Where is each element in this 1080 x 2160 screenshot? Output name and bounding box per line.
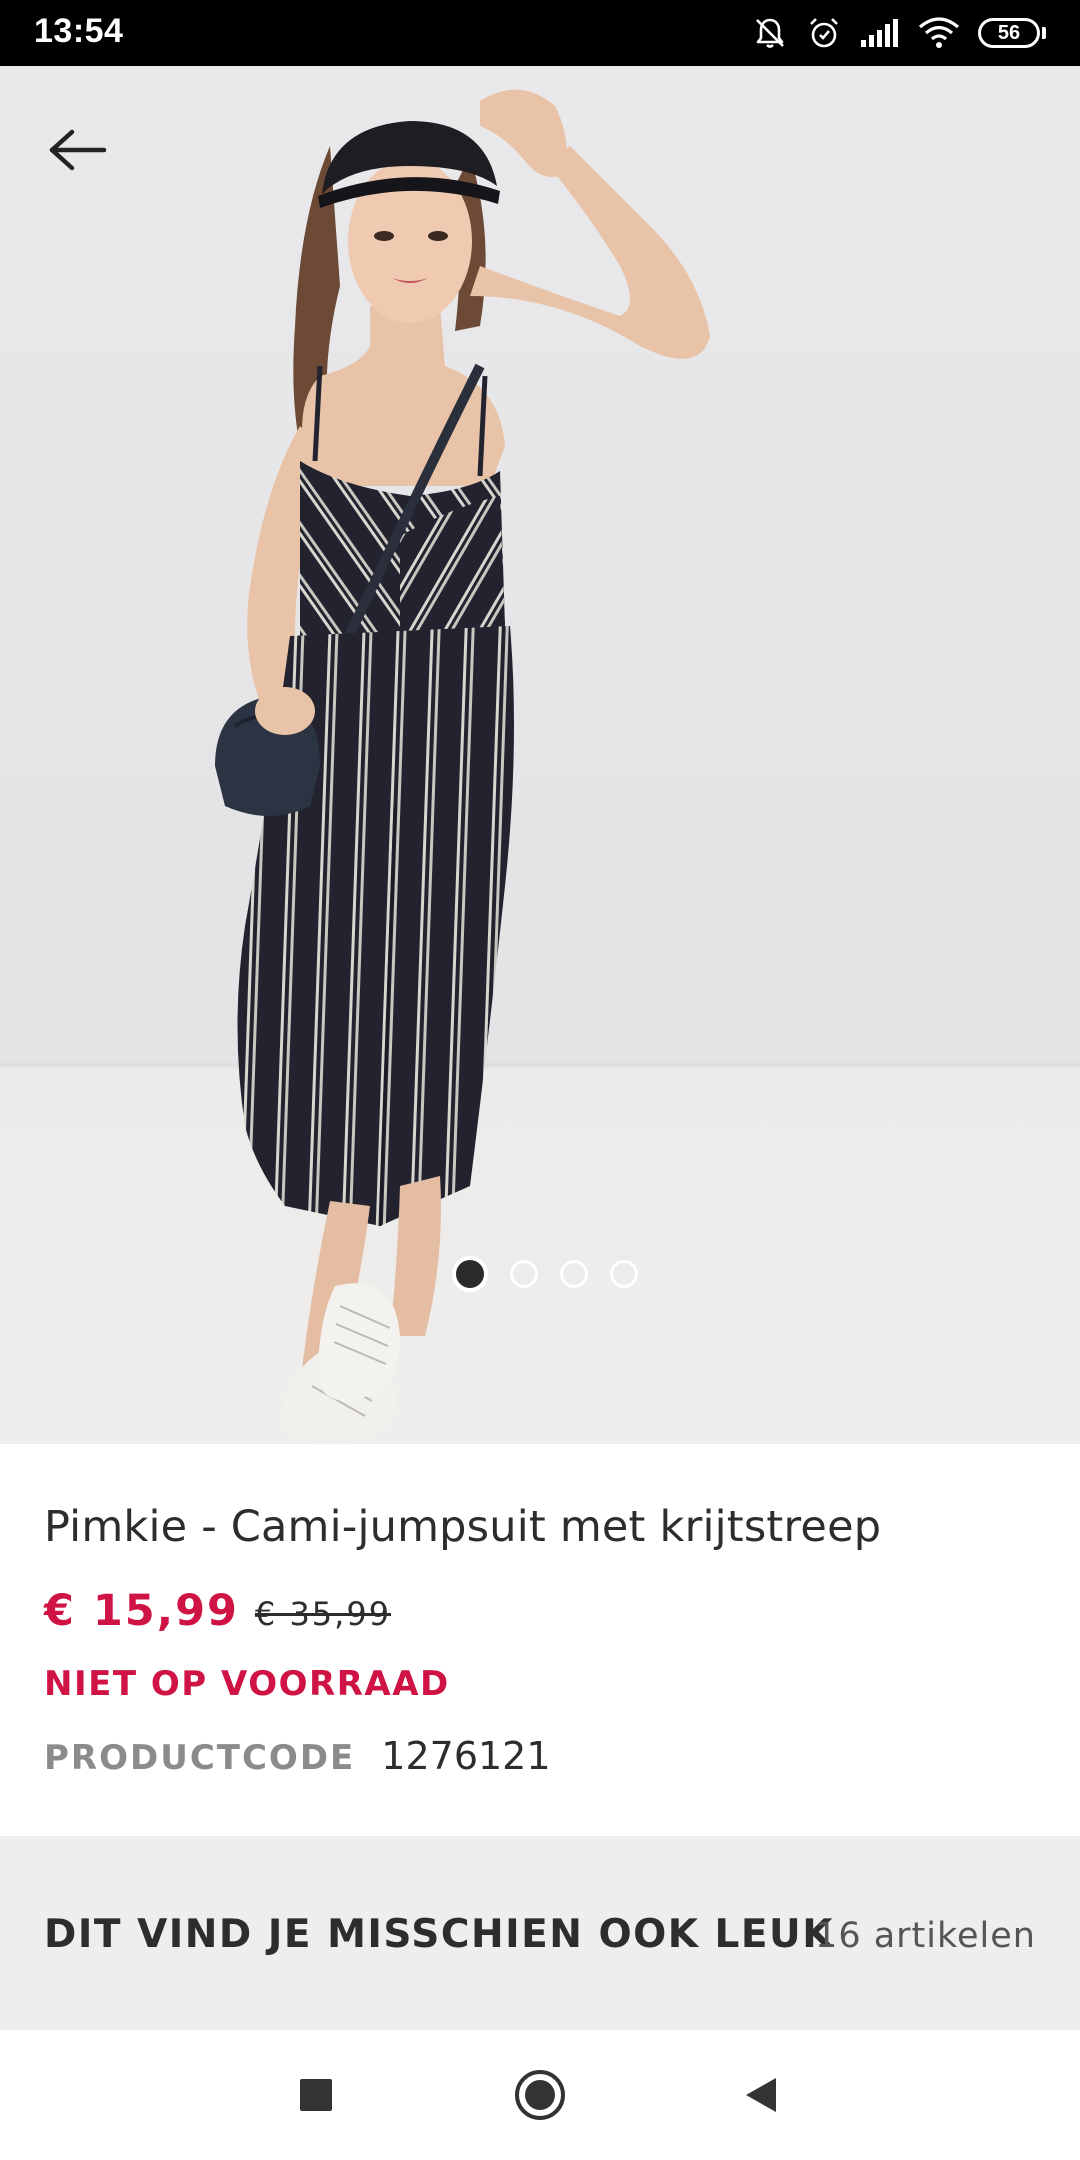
carousel-dot-4[interactable] (610, 1260, 638, 1288)
status-bar: 13:54 56 (0, 0, 1080, 66)
price-row: € 15,99 € 35,99 (44, 1586, 391, 1636)
product-title: Pimkie - Cami-jumpsuit met krijtstreep (44, 1502, 882, 1552)
stock-status: NIET OP VOORRAAD (44, 1664, 450, 1704)
back-button[interactable] (30, 102, 126, 198)
recent-apps-button[interactable] (281, 2060, 351, 2130)
carousel-dot-1[interactable] (452, 1256, 488, 1292)
recommendations-section[interactable]: DIT VIND JE MISSCHIEN OOK LEUK 16 artike… (0, 1836, 1080, 2030)
recommendations-title: DIT VIND JE MISSCHIEN OOK LEUK (44, 1912, 834, 1957)
recommendations-count: 16 artikelen (815, 1916, 1036, 1956)
product-photo (215, 89, 710, 1444)
price-old: € 35,99 (254, 1595, 392, 1633)
status-icons: 56 (752, 12, 1046, 54)
wifi-icon (918, 17, 960, 49)
carousel-dots (0, 1256, 1080, 1292)
status-time: 13:54 (34, 12, 124, 50)
product-code-value: 1276121 (381, 1734, 551, 1778)
square-icon (300, 2079, 332, 2111)
arrow-left-icon (49, 129, 107, 171)
signal-icon (860, 18, 900, 48)
product-image-gallery[interactable] (0, 66, 1080, 1444)
battery-level: 56 (978, 18, 1040, 48)
carousel-dot-2[interactable] (510, 1260, 538, 1288)
screen: 13:54 56 Pimkie - Cami-jumpsuit met krij… (0, 0, 1080, 2160)
product-info: Pimkie - Cami-jumpsuit met krijtstreep €… (0, 1444, 1080, 1836)
price-current: € 15,99 (44, 1586, 239, 1636)
battery-icon: 56 (978, 18, 1046, 48)
product-code-row: PRODUCTCODE 1276121 (44, 1734, 551, 1778)
triangle-back-icon (746, 2078, 776, 2112)
navigation-bar (0, 2030, 1080, 2160)
carousel-dot-3[interactable] (560, 1260, 588, 1288)
alarm-icon (806, 15, 842, 51)
home-button[interactable] (505, 2060, 575, 2130)
notifications-muted-icon (752, 15, 788, 51)
product-code-label: PRODUCTCODE (44, 1738, 356, 1778)
back-nav-button[interactable] (727, 2060, 797, 2130)
circle-icon (515, 2070, 565, 2120)
